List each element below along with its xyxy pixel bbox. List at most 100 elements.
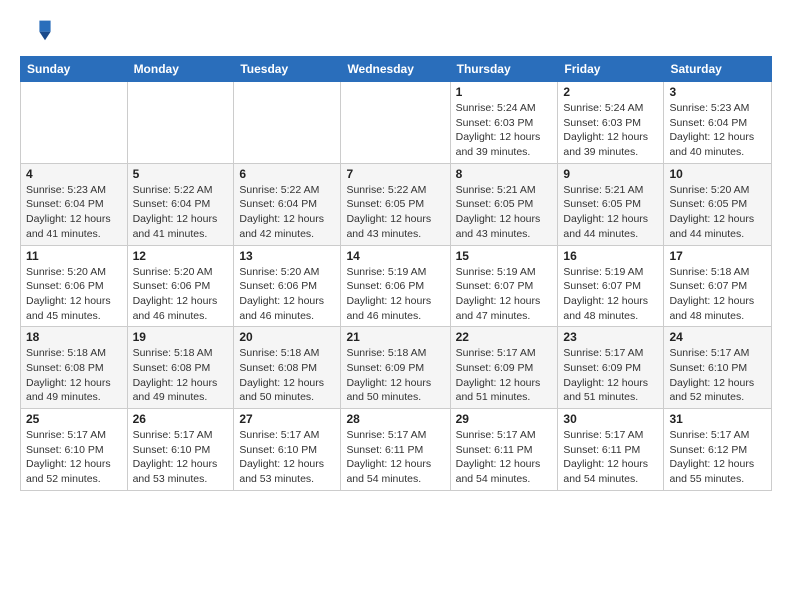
day-cell: 15 Sunrise: 5:19 AM Sunset: 6:07 PM Dayli…	[450, 245, 558, 327]
day-info: Sunrise: 5:21 AM Sunset: 6:05 PM Dayligh…	[563, 183, 658, 242]
day-cell	[127, 82, 234, 164]
day-number: 13	[239, 249, 335, 263]
day-info: Sunrise: 5:20 AM Sunset: 6:06 PM Dayligh…	[239, 265, 335, 324]
page: SundayMondayTuesdayWednesdayThursdayFrid…	[0, 0, 792, 612]
day-number: 19	[133, 330, 229, 344]
weekday-tuesday: Tuesday	[234, 57, 341, 82]
day-info: Sunrise: 5:17 AM Sunset: 6:09 PM Dayligh…	[563, 346, 658, 405]
day-number: 15	[456, 249, 553, 263]
weekday-monday: Monday	[127, 57, 234, 82]
day-number: 21	[346, 330, 444, 344]
day-number: 24	[669, 330, 766, 344]
day-info: Sunrise: 5:18 AM Sunset: 6:08 PM Dayligh…	[239, 346, 335, 405]
day-info: Sunrise: 5:18 AM Sunset: 6:09 PM Dayligh…	[346, 346, 444, 405]
week-row-2: 4Sunrise: 5:23 AM Sunset: 6:04 PM Daylig…	[21, 163, 772, 245]
day-info: Sunrise: 5:24 AM Sunset: 6:03 PM Dayligh…	[563, 101, 658, 160]
day-info: Sunrise: 5:20 AM Sunset: 6:06 PM Dayligh…	[133, 265, 229, 324]
week-row-4: 18 Sunrise: 5:18 AM Sunset: 6:08 PM Dayli…	[21, 327, 772, 409]
day-cell: 6Sunrise: 5:22 AM Sunset: 6:04 PM Daylig…	[234, 163, 341, 245]
day-cell: 8 Sunrise: 5:21 AM Sunset: 6:05 PM Daylig…	[450, 163, 558, 245]
day-cell: 20Sunrise: 5:18 AM Sunset: 6:08 PM Dayli…	[234, 327, 341, 409]
day-info: Sunrise: 5:17 AM Sunset: 6:10 PM Dayligh…	[239, 428, 335, 487]
weekday-friday: Friday	[558, 57, 664, 82]
day-info: Sunrise: 5:18 AM Sunset: 6:07 PM Dayligh…	[669, 265, 766, 324]
day-cell: 1 Sunrise: 5:24 AM Sunset: 6:03 PM Daylig…	[450, 82, 558, 164]
day-number: 14	[346, 249, 444, 263]
day-cell: 18 Sunrise: 5:18 AM Sunset: 6:08 PM Dayli…	[21, 327, 128, 409]
day-cell: 11 Sunrise: 5:20 AM Sunset: 6:06 PM Dayli…	[21, 245, 128, 327]
day-number: 11	[26, 249, 122, 263]
day-cell: 31 Sunrise: 5:17 AM Sunset: 6:12 PM Dayli…	[664, 409, 772, 491]
day-info: Sunrise: 5:24 AM Sunset: 6:03 PM Dayligh…	[456, 101, 553, 160]
day-cell: 7 Sunrise: 5:22 AM Sunset: 6:05 PM Daylig…	[341, 163, 450, 245]
day-cell: 9 Sunrise: 5:21 AM Sunset: 6:05 PM Daylig…	[558, 163, 664, 245]
day-cell: 28 Sunrise: 5:17 AM Sunset: 6:11 PM Dayli…	[341, 409, 450, 491]
week-row-1: 1 Sunrise: 5:24 AM Sunset: 6:03 PM Daylig…	[21, 82, 772, 164]
day-number: 26	[133, 412, 229, 426]
day-info: Sunrise: 5:17 AM Sunset: 6:11 PM Dayligh…	[456, 428, 553, 487]
day-number: 23	[563, 330, 658, 344]
day-info: Sunrise: 5:19 AM Sunset: 6:07 PM Dayligh…	[456, 265, 553, 324]
day-info: Sunrise: 5:20 AM Sunset: 6:05 PM Dayligh…	[669, 183, 766, 242]
day-cell: 19 Sunrise: 5:18 AM Sunset: 6:08 PM Dayli…	[127, 327, 234, 409]
day-cell: 29 Sunrise: 5:17 AM Sunset: 6:11 PM Dayli…	[450, 409, 558, 491]
day-cell: 10Sunrise: 5:20 AM Sunset: 6:05 PM Dayli…	[664, 163, 772, 245]
day-number: 6	[239, 167, 335, 181]
day-cell: 30 Sunrise: 5:17 AM Sunset: 6:11 PM Dayli…	[558, 409, 664, 491]
day-info: Sunrise: 5:17 AM Sunset: 6:11 PM Dayligh…	[346, 428, 444, 487]
day-cell: 27 Sunrise: 5:17 AM Sunset: 6:10 PM Dayli…	[234, 409, 341, 491]
day-number: 8	[456, 167, 553, 181]
day-info: Sunrise: 5:17 AM Sunset: 6:09 PM Dayligh…	[456, 346, 553, 405]
day-cell: 16Sunrise: 5:19 AM Sunset: 6:07 PM Dayli…	[558, 245, 664, 327]
day-cell: 13 Sunrise: 5:20 AM Sunset: 6:06 PM Dayli…	[234, 245, 341, 327]
day-cell: 26 Sunrise: 5:17 AM Sunset: 6:10 PM Dayli…	[127, 409, 234, 491]
day-info: Sunrise: 5:23 AM Sunset: 6:04 PM Dayligh…	[669, 101, 766, 160]
day-number: 2	[563, 85, 658, 99]
day-cell: 4Sunrise: 5:23 AM Sunset: 6:04 PM Daylig…	[21, 163, 128, 245]
day-cell: 25 Sunrise: 5:17 AM Sunset: 6:10 PM Dayli…	[21, 409, 128, 491]
day-number: 12	[133, 249, 229, 263]
day-number: 29	[456, 412, 553, 426]
day-cell: 3Sunrise: 5:23 AM Sunset: 6:04 PM Daylig…	[664, 82, 772, 164]
day-number: 22	[456, 330, 553, 344]
logo	[20, 15, 52, 48]
day-info: Sunrise: 5:18 AM Sunset: 6:08 PM Dayligh…	[26, 346, 122, 405]
day-number: 5	[133, 167, 229, 181]
calendar-body: 1 Sunrise: 5:24 AM Sunset: 6:03 PM Daylig…	[21, 82, 772, 491]
day-number: 27	[239, 412, 335, 426]
day-number: 9	[563, 167, 658, 181]
day-info: Sunrise: 5:17 AM Sunset: 6:10 PM Dayligh…	[26, 428, 122, 487]
day-info: Sunrise: 5:17 AM Sunset: 6:11 PM Dayligh…	[563, 428, 658, 487]
day-number: 1	[456, 85, 553, 99]
day-number: 18	[26, 330, 122, 344]
day-cell: 5 Sunrise: 5:22 AM Sunset: 6:04 PM Daylig…	[127, 163, 234, 245]
day-number: 17	[669, 249, 766, 263]
header	[20, 15, 772, 48]
logo-icon	[24, 15, 52, 43]
weekday-saturday: Saturday	[664, 57, 772, 82]
weekday-thursday: Thursday	[450, 57, 558, 82]
day-info: Sunrise: 5:18 AM Sunset: 6:08 PM Dayligh…	[133, 346, 229, 405]
day-info: Sunrise: 5:17 AM Sunset: 6:12 PM Dayligh…	[669, 428, 766, 487]
week-row-5: 25 Sunrise: 5:17 AM Sunset: 6:10 PM Dayli…	[21, 409, 772, 491]
day-number: 31	[669, 412, 766, 426]
day-info: Sunrise: 5:19 AM Sunset: 6:07 PM Dayligh…	[563, 265, 658, 324]
day-info: Sunrise: 5:17 AM Sunset: 6:10 PM Dayligh…	[133, 428, 229, 487]
day-number: 4	[26, 167, 122, 181]
day-info: Sunrise: 5:22 AM Sunset: 6:05 PM Dayligh…	[346, 183, 444, 242]
day-number: 7	[346, 167, 444, 181]
calendar-table: SundayMondayTuesdayWednesdayThursdayFrid…	[20, 56, 772, 491]
weekday-header-row: SundayMondayTuesdayWednesdayThursdayFrid…	[21, 57, 772, 82]
day-info: Sunrise: 5:17 AM Sunset: 6:10 PM Dayligh…	[669, 346, 766, 405]
day-info: Sunrise: 5:22 AM Sunset: 6:04 PM Dayligh…	[133, 183, 229, 242]
day-number: 25	[26, 412, 122, 426]
day-cell: 21 Sunrise: 5:18 AM Sunset: 6:09 PM Dayli…	[341, 327, 450, 409]
day-info: Sunrise: 5:21 AM Sunset: 6:05 PM Dayligh…	[456, 183, 553, 242]
day-number: 30	[563, 412, 658, 426]
day-number: 28	[346, 412, 444, 426]
weekday-wednesday: Wednesday	[341, 57, 450, 82]
day-cell: 17 Sunrise: 5:18 AM Sunset: 6:07 PM Dayli…	[664, 245, 772, 327]
day-cell: 14Sunrise: 5:19 AM Sunset: 6:06 PM Dayli…	[341, 245, 450, 327]
day-cell: 23 Sunrise: 5:17 AM Sunset: 6:09 PM Dayli…	[558, 327, 664, 409]
day-info: Sunrise: 5:20 AM Sunset: 6:06 PM Dayligh…	[26, 265, 122, 324]
